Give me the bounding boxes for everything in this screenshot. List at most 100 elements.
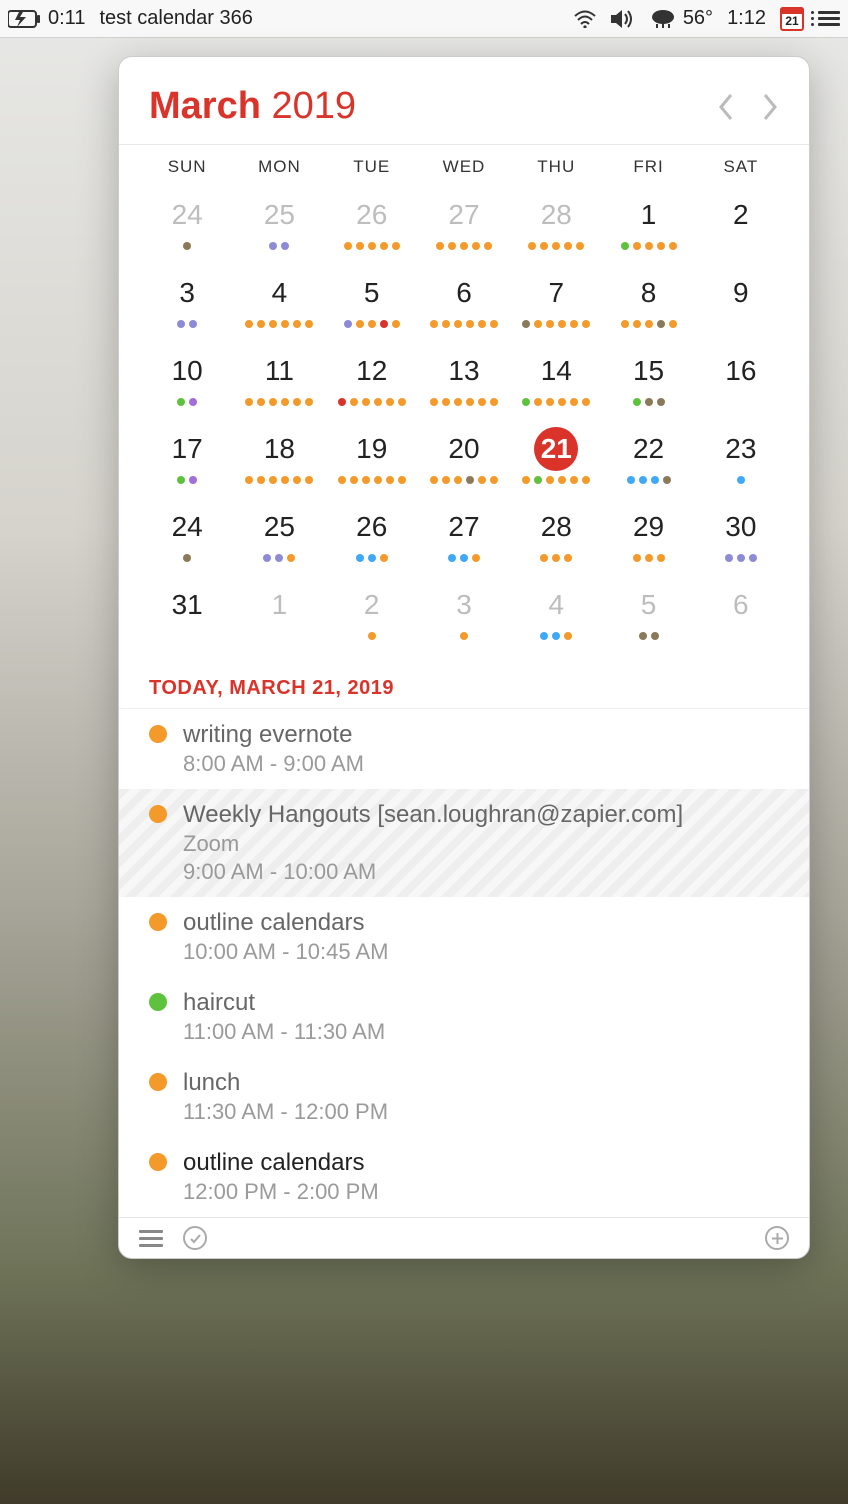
day-cell[interactable]: 14 [510,345,602,415]
day-cell[interactable]: 10 [141,345,233,415]
event-dot [362,398,370,406]
day-cell[interactable]: 28 [510,189,602,259]
event-dot [749,554,757,562]
wifi-icon[interactable] [573,10,597,28]
day-cell[interactable]: 28 [510,501,602,571]
weather-status[interactable]: 56° [649,7,713,30]
next-month-button[interactable] [761,92,779,122]
event-dots [436,241,492,251]
day-cell[interactable]: 20 [418,423,510,493]
day-number: 23 [719,427,763,471]
day-cell[interactable]: 26 [326,501,418,571]
event-dots [540,631,572,641]
calendar-grid: SUNMONTUEWEDTHUFRISAT 242526272812345678… [119,144,809,657]
event-dots [245,475,313,485]
day-cell[interactable]: 3 [141,267,233,337]
event-item[interactable]: haircut11:00 AM - 11:30 AM [119,977,809,1057]
event-time: 11:00 AM - 11:30 AM [183,1019,779,1045]
day-cell[interactable]: 27 [418,189,510,259]
event-dot [645,554,653,562]
day-cell[interactable]: 25 [233,501,325,571]
checkmark-button[interactable] [183,1226,207,1250]
event-dot [657,554,665,562]
day-cell[interactable]: 9 [695,267,787,337]
event-dot [552,242,560,250]
day-cell[interactable]: 13 [418,345,510,415]
month-nav [717,92,779,122]
day-cell[interactable]: 17 [141,423,233,493]
day-cell[interactable]: 29 [602,501,694,571]
event-dot [633,554,641,562]
day-cell[interactable]: 27 [418,501,510,571]
event-dot [177,476,185,484]
day-cell[interactable]: 1 [233,579,325,649]
event-color-dot [149,1073,167,1091]
day-number: 24 [165,193,209,237]
day-cell[interactable]: 12 [326,345,418,415]
day-cell[interactable]: 7 [510,267,602,337]
add-event-button[interactable] [765,1226,789,1250]
day-cell[interactable]: 6 [418,267,510,337]
event-color-dot [149,913,167,931]
day-cell[interactable]: 1 [602,189,694,259]
event-dot [281,320,289,328]
day-cell[interactable]: 8 [602,267,694,337]
day-number: 25 [257,505,301,549]
day-cell[interactable]: 23 [695,423,787,493]
event-dot [540,242,548,250]
event-dots [183,241,191,251]
event-item[interactable]: outline calendars10:00 AM - 10:45 AM [119,897,809,977]
day-of-week: MON [233,157,325,177]
event-dot [454,476,462,484]
event-dot [558,320,566,328]
event-dot [305,320,313,328]
day-cell[interactable]: 3 [418,579,510,649]
event-item[interactable]: writing evernote8:00 AM - 9:00 AM [119,709,809,789]
day-cell[interactable]: 18 [233,423,325,493]
day-of-week: TUE [326,157,418,177]
day-cell[interactable]: 11 [233,345,325,415]
day-cell[interactable]: 30 [695,501,787,571]
day-cell[interactable]: 5 [602,579,694,649]
day-cell[interactable]: 31 [141,579,233,649]
event-dot [621,320,629,328]
volume-icon[interactable] [611,10,635,28]
event-dot [442,476,450,484]
day-cell[interactable]: 4 [510,579,602,649]
day-cell[interactable]: 25 [233,189,325,259]
day-cell[interactable]: 4 [233,267,325,337]
battery-time-text: 0:11 [48,7,85,30]
day-cell[interactable]: 21 [510,423,602,493]
event-item[interactable]: lunch11:30 AM - 12:00 PM [119,1057,809,1137]
calendar-menubar-icon[interactable]: 21 [780,7,804,31]
event-dot [466,320,474,328]
menu-button[interactable] [139,1230,163,1247]
day-number: 17 [165,427,209,471]
prev-month-button[interactable] [717,92,735,122]
event-dot [338,398,346,406]
day-number: 25 [257,193,301,237]
event-dots [725,553,757,563]
event-dot [669,242,677,250]
event-item[interactable]: Weekly Hangouts [sean.loughran@zapier.co… [119,789,809,897]
day-cell[interactable]: 6 [695,579,787,649]
day-cell[interactable]: 26 [326,189,418,259]
list-menubar-icon[interactable] [818,11,840,26]
event-item[interactable]: outline calendars12:00 PM - 2:00 PM [119,1137,809,1217]
event-dot [460,242,468,250]
event-dot [522,320,530,328]
event-dot [442,320,450,328]
event-dot [663,476,671,484]
day-cell[interactable]: 15 [602,345,694,415]
event-title: lunch [183,1069,779,1097]
day-cell[interactable]: 2 [326,579,418,649]
day-cell[interactable]: 2 [695,189,787,259]
day-cell[interactable]: 24 [141,501,233,571]
day-cell[interactable]: 22 [602,423,694,493]
day-cell[interactable]: 24 [141,189,233,259]
day-cell[interactable]: 16 [695,345,787,415]
day-cell[interactable]: 19 [326,423,418,493]
event-dot [368,632,376,640]
event-dot [392,320,400,328]
day-cell[interactable]: 5 [326,267,418,337]
